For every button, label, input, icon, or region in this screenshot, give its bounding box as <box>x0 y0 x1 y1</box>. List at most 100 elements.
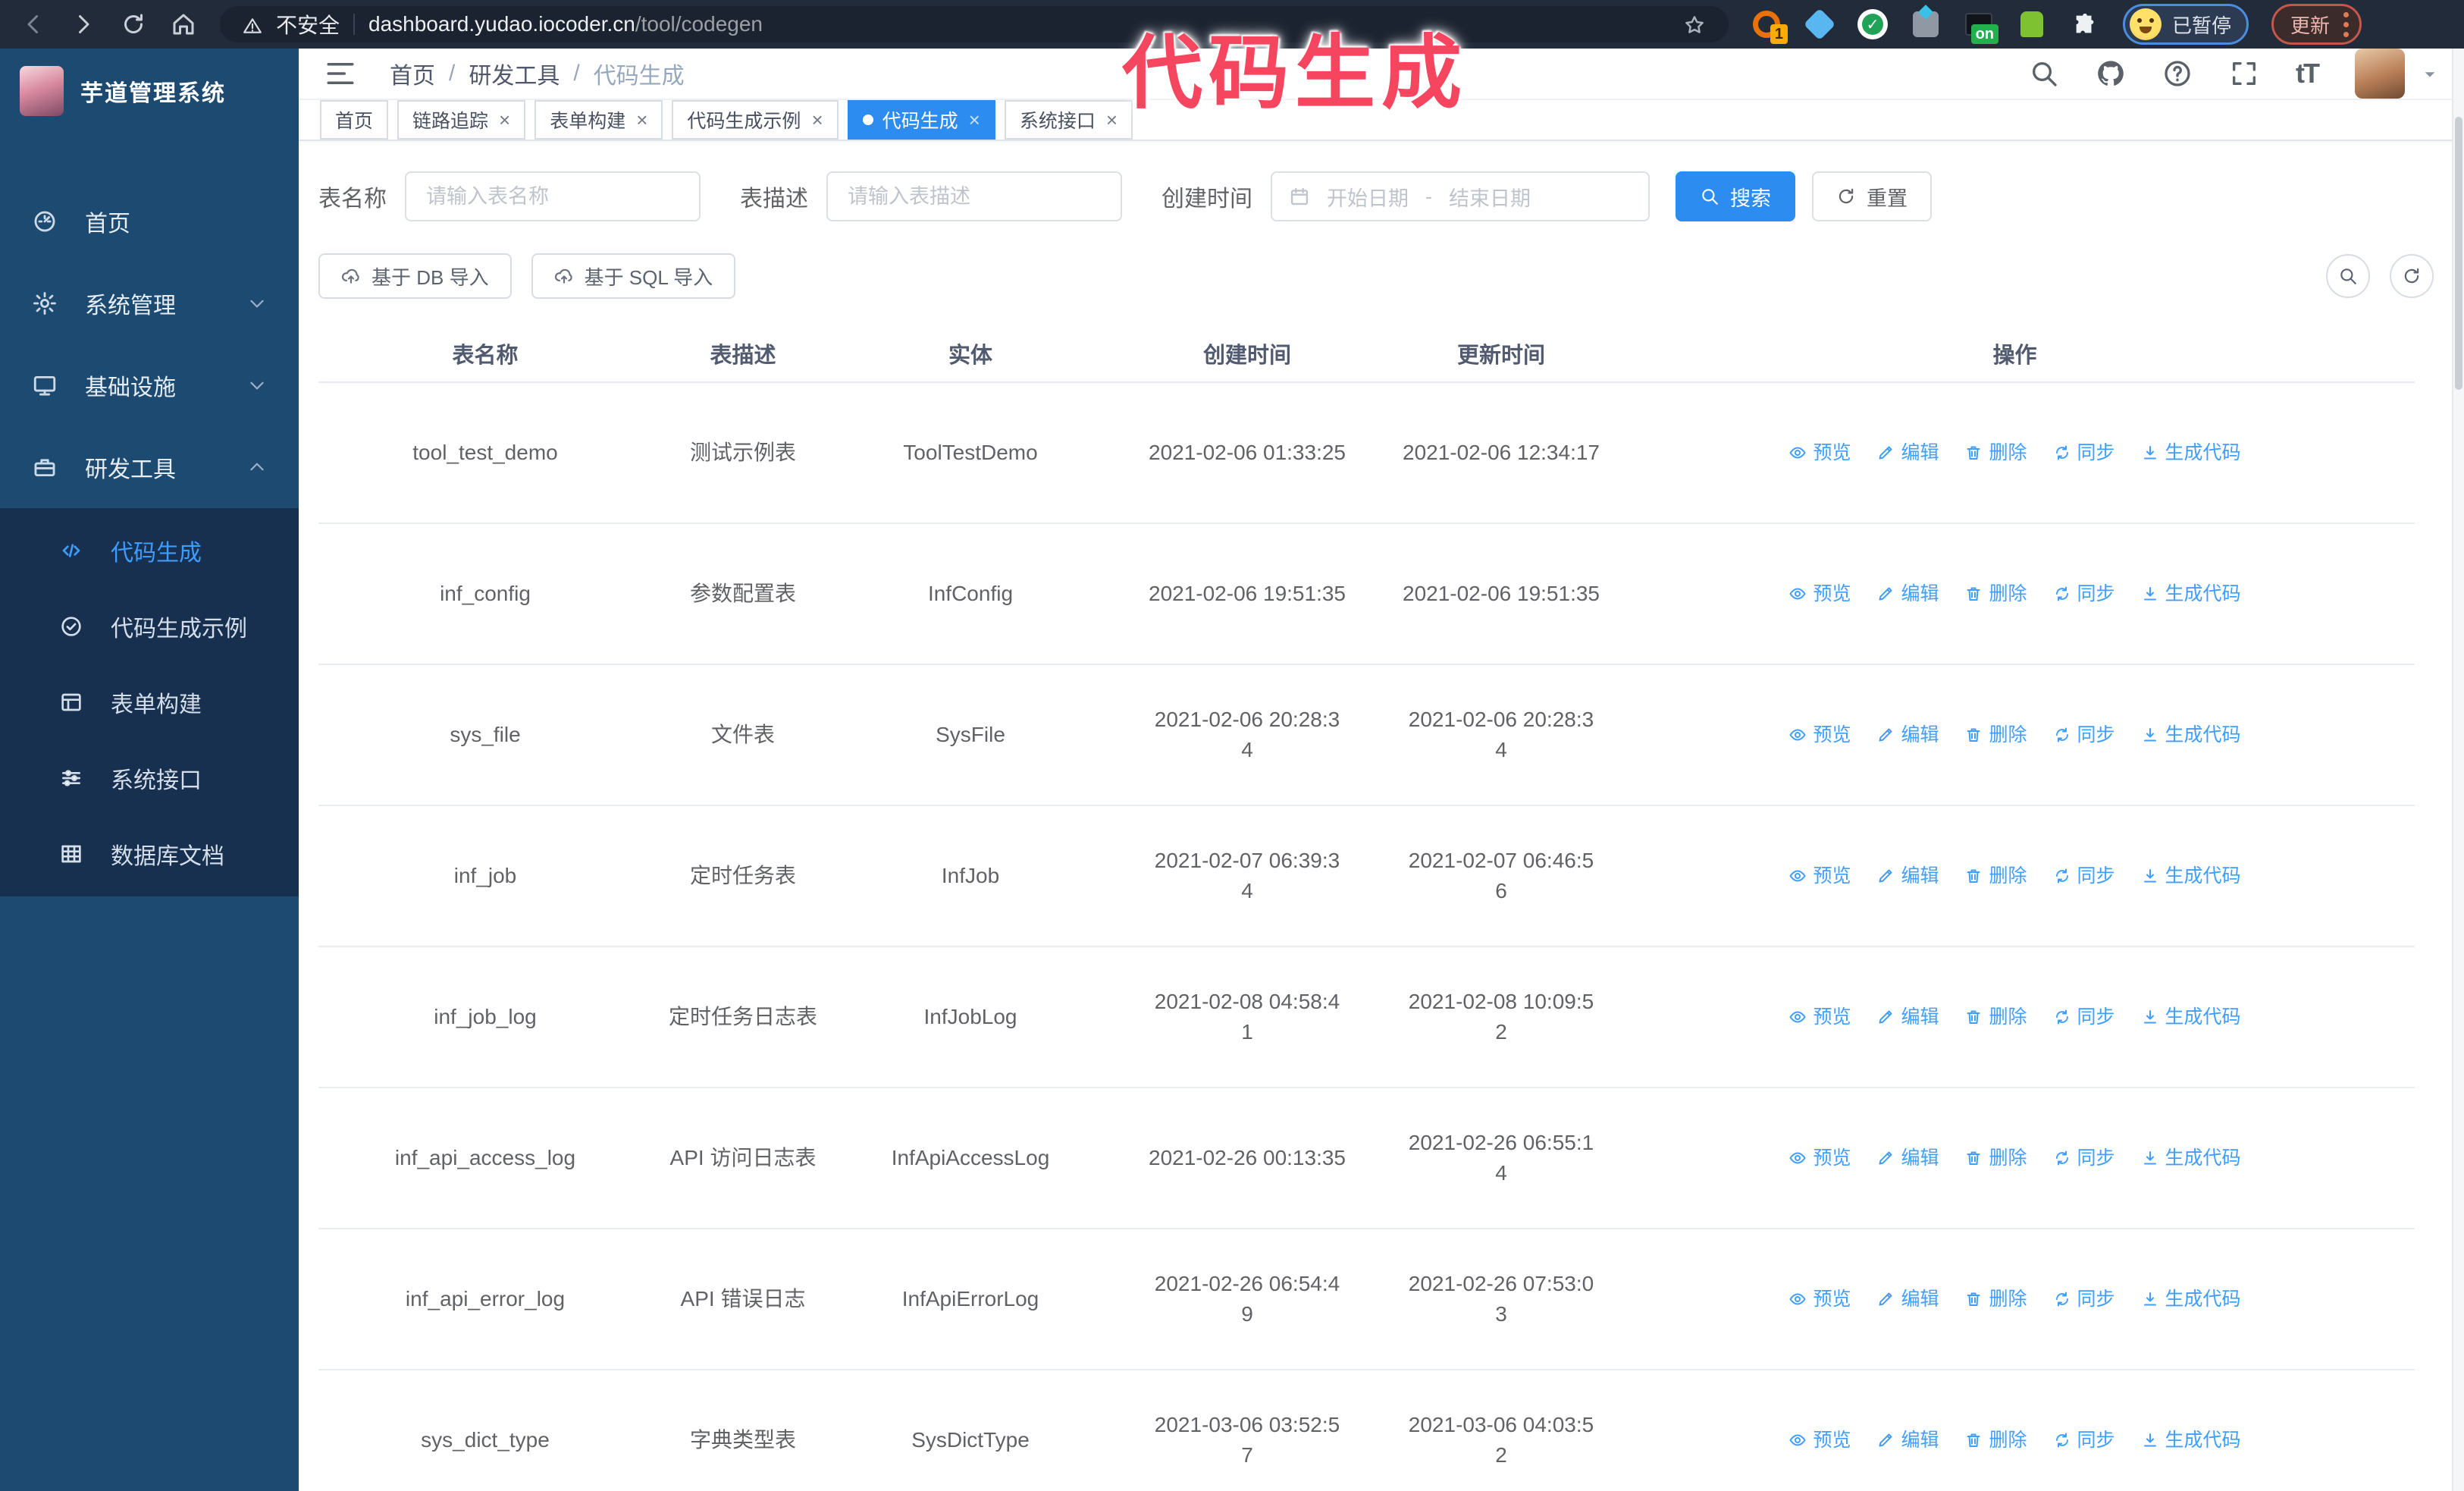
row-action-link[interactable]: 生成代码 <box>2141 1002 2241 1032</box>
bookmark-star-icon[interactable] <box>1683 11 1706 37</box>
row-action-link[interactable]: 编辑 <box>1876 1002 1939 1032</box>
end-date-placeholder[interactable]: 结束日期 <box>1449 182 1531 212</box>
search-button[interactable]: 搜索 <box>1676 171 1795 221</box>
help-icon[interactable] <box>2162 58 2193 89</box>
extension-icon[interactable]: 1 <box>1751 9 1788 44</box>
row-action-link[interactable]: 预览 <box>1788 438 1851 468</box>
date-range-picker[interactable]: 开始日期 - 结束日期 <box>1271 171 1650 221</box>
breadcrumb-item[interactable]: 代码生成 <box>594 57 685 90</box>
tab[interactable]: 链路追踪 × <box>397 100 526 140</box>
sidebar-subitem[interactable]: 系统接口 <box>0 740 299 816</box>
refresh-table-button[interactable] <box>2390 254 2434 298</box>
row-action-link[interactable]: 删除 <box>1964 438 2027 468</box>
breadcrumb-item[interactable]: 首页 <box>390 57 435 90</box>
tab[interactable]: 系统接口 × <box>1004 100 1133 140</box>
row-action-link[interactable]: 编辑 <box>1876 1143 1939 1173</box>
row-action-link[interactable]: 编辑 <box>1876 720 1939 750</box>
row-action-link[interactable]: 删除 <box>1964 1143 2027 1173</box>
table-row[interactable]: sys_file 文件表 SysFile 2021-02-06 20:28:3 … <box>318 664 2415 806</box>
close-icon[interactable]: × <box>636 108 647 132</box>
extension-icon[interactable] <box>1803 8 1836 41</box>
row-action-link[interactable]: 同步 <box>2053 1002 2115 1032</box>
breadcrumb-item[interactable]: 研发工具 <box>469 57 560 90</box>
row-action-link[interactable]: 预览 <box>1788 1425 1851 1455</box>
table-row[interactable]: inf_job 定时任务表 InfJob 2021-02-07 06:39:3 … <box>318 805 2415 947</box>
row-action-link[interactable]: 预览 <box>1788 1143 1851 1173</box>
user-avatar[interactable] <box>2355 49 2405 99</box>
row-action-link[interactable]: 同步 <box>2053 1425 2115 1455</box>
row-action-link[interactable]: 删除 <box>1964 1002 2027 1032</box>
table-row[interactable]: inf_api_error_log API 错误日志 InfApiErrorLo… <box>318 1229 2415 1370</box>
row-action-link[interactable]: 预览 <box>1788 861 1851 891</box>
extension-icon[interactable] <box>2017 9 2047 39</box>
row-action-link[interactable]: 生成代码 <box>2141 720 2241 750</box>
row-action-link[interactable]: 同步 <box>2053 1284 2115 1314</box>
row-action-link[interactable]: 预览 <box>1788 720 1851 750</box>
row-action-link[interactable]: 编辑 <box>1876 1425 1939 1455</box>
row-action-link[interactable]: 同步 <box>2053 1143 2115 1173</box>
browser-profile-chip[interactable]: 已暂停 <box>2123 4 2249 45</box>
row-action-link[interactable]: 生成代码 <box>2141 1425 2241 1455</box>
row-action-link[interactable]: 编辑 <box>1876 1284 1939 1314</box>
fullscreen-icon[interactable] <box>2229 58 2259 89</box>
table-desc-input[interactable] <box>826 171 1122 221</box>
extension-icon[interactable]: ✓ <box>1857 9 1888 39</box>
row-action-link[interactable]: 生成代码 <box>2141 438 2241 468</box>
hamburger-icon[interactable] <box>324 58 356 89</box>
sidebar-subitem[interactable]: 代码生成示例 <box>0 589 299 664</box>
import-db-button[interactable]: 基于 DB 导入 <box>318 253 512 299</box>
row-action-link[interactable]: 预览 <box>1788 1002 1851 1032</box>
row-action-link[interactable]: 同步 <box>2053 438 2115 468</box>
row-action-link[interactable]: 删除 <box>1964 1284 2027 1314</box>
tab[interactable]: 代码生成 × <box>847 100 995 140</box>
table-row[interactable]: inf_config 参数配置表 InfConfig 2021-02-06 19… <box>318 523 2415 665</box>
sidebar-subitem[interactable]: 表单构建 <box>0 664 299 740</box>
row-action-link[interactable]: 编辑 <box>1876 579 1939 609</box>
row-action-link[interactable]: 生成代码 <box>2141 1143 2241 1173</box>
close-icon[interactable]: × <box>811 108 823 132</box>
address-bar[interactable]: 不安全 dashboard.yudao.iocoder.cn/tool/code… <box>220 6 1729 42</box>
row-action-link[interactable]: 编辑 <box>1876 861 1939 891</box>
sidebar-logo-row[interactable]: 芋道管理系统 <box>0 49 299 133</box>
browser-home-icon[interactable] <box>170 11 197 38</box>
row-action-link[interactable]: 删除 <box>1964 720 2027 750</box>
sidebar-item[interactable]: 研发工具 <box>0 426 299 508</box>
row-action-link[interactable]: 同步 <box>2053 579 2115 609</box>
reset-button[interactable]: 重置 <box>1812 171 1932 221</box>
github-icon[interactable] <box>2096 58 2126 89</box>
row-action-link[interactable]: 删除 <box>1964 579 2027 609</box>
browser-update-button[interactable]: 更新 <box>2271 4 2362 45</box>
extension-icon[interactable]: on <box>1964 9 1998 44</box>
sidebar-item[interactable]: 首页 <box>0 180 299 262</box>
table-row[interactable]: inf_api_access_log API 访问日志表 InfApiAcces… <box>318 1088 2415 1229</box>
toggle-search-button[interactable] <box>2326 254 2370 298</box>
row-action-link[interactable]: 同步 <box>2053 720 2115 750</box>
tab[interactable]: 表单构建 × <box>534 100 663 140</box>
row-action-link[interactable]: 预览 <box>1788 1284 1851 1314</box>
row-action-link[interactable]: 同步 <box>2053 861 2115 891</box>
table-row[interactable]: tool_test_demo 测试示例表 ToolTestDemo 2021-0… <box>318 382 2415 524</box>
import-sql-button[interactable]: 基于 SQL 导入 <box>531 253 736 299</box>
extensions-puzzle-icon[interactable] <box>2070 9 2100 39</box>
close-icon[interactable]: × <box>969 108 980 132</box>
row-action-link[interactable]: 预览 <box>1788 579 1851 609</box>
sidebar-item[interactable]: 基础设施 <box>0 344 299 426</box>
browser-forward-icon[interactable] <box>70 11 97 38</box>
browser-back-icon[interactable] <box>20 11 47 38</box>
row-action-link[interactable]: 生成代码 <box>2141 1284 2241 1314</box>
scrollbar-thumb[interactable] <box>2455 117 2462 390</box>
row-action-link[interactable]: 删除 <box>1964 861 2027 891</box>
table-row[interactable]: sys_dict_type 字典类型表 SysDictType 2021-03-… <box>318 1370 2415 1491</box>
row-action-link[interactable]: 生成代码 <box>2141 861 2241 891</box>
sidebar-subitem[interactable]: 代码生成 <box>0 513 299 589</box>
avatar-caret-icon[interactable] <box>2422 64 2438 83</box>
browser-menu-icon[interactable] <box>2343 11 2350 37</box>
table-name-input[interactable] <box>405 171 701 221</box>
table-row[interactable]: inf_job_log 定时任务日志表 InfJobLog 2021-02-08… <box>318 946 2415 1088</box>
row-action-link[interactable]: 生成代码 <box>2141 579 2241 609</box>
tab[interactable]: 首页 <box>320 100 389 140</box>
sidebar-item[interactable]: 系统管理 <box>0 262 299 344</box>
font-size-icon[interactable]: tT <box>2296 58 2320 89</box>
sidebar-subitem[interactable]: 数据库文档 <box>0 816 299 892</box>
header-search-icon[interactable] <box>2029 58 2059 89</box>
